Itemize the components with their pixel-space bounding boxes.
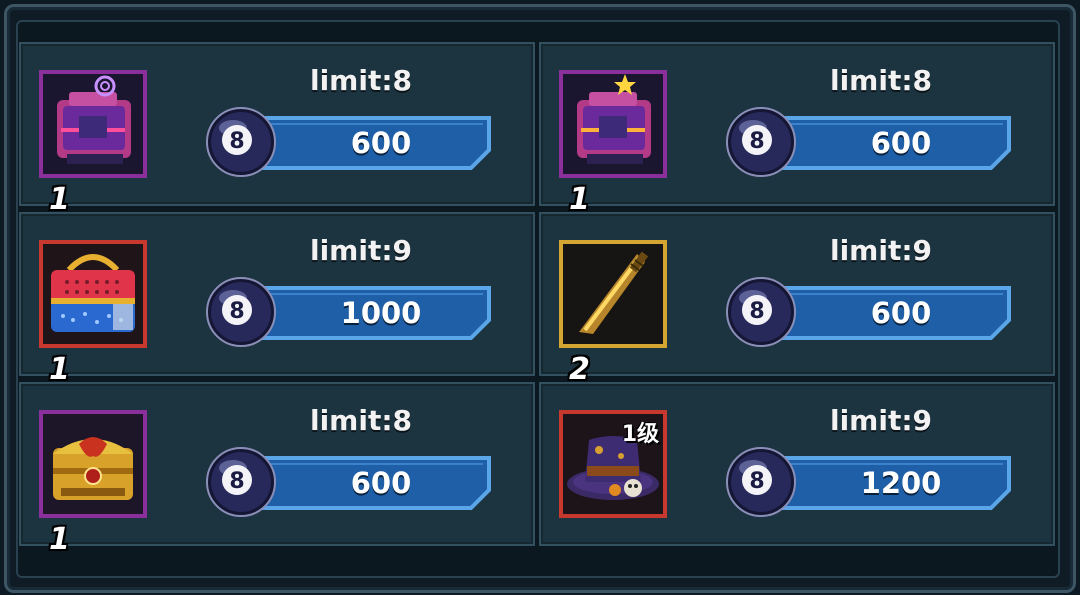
item-price: 1200	[860, 466, 942, 500]
shop-item-card[interactable]: 1级 limit:9 1200 8	[539, 382, 1055, 546]
shop-item-card[interactable]: 1 limit:8 600 8	[19, 42, 535, 217]
eight-ball-icon: 8	[205, 276, 277, 348]
svg-text:8: 8	[749, 469, 764, 494]
shop-item-card[interactable]: 1 limit:9 1000 8	[19, 212, 535, 387]
eight-ball-icon: 8	[725, 446, 797, 518]
item-price: 1000	[340, 296, 422, 330]
pet-carrier-icon	[43, 244, 143, 344]
shop-item-card[interactable]: 1 limit:8 600 8	[19, 382, 535, 557]
svg-text:8: 8	[229, 469, 244, 494]
item-thumbnail: 1	[39, 70, 147, 217]
dragon-chest-icon	[43, 414, 143, 514]
shop-item-card[interactable]: 2 limit:9 600 8	[539, 212, 1055, 387]
item-price: 600	[350, 466, 412, 500]
svg-text:8: 8	[229, 299, 244, 324]
golden-bat-icon	[563, 244, 663, 344]
item-thumbnail: 2	[559, 240, 667, 387]
item-price: 600	[870, 296, 932, 330]
item-thumbnail: 1	[559, 70, 667, 217]
purchase-limit: limit:9	[309, 234, 413, 267]
item-quantity: 1	[49, 522, 70, 557]
shop-item-card[interactable]: 1 limit:8 600 8	[539, 42, 1055, 217]
mech-chest-icon	[563, 74, 663, 174]
purchase-limit: limit:8	[309, 404, 413, 437]
eight-ball-icon: 8	[725, 276, 797, 348]
purchase-limit: limit:9	[829, 234, 933, 267]
svg-text:8: 8	[229, 129, 244, 154]
svg-text:8: 8	[749, 299, 764, 324]
item-thumbnail: 1级	[559, 410, 667, 518]
item-thumbnail: 1	[39, 240, 147, 387]
purchase-limit: limit:9	[829, 404, 933, 437]
item-thumbnail: 1	[39, 410, 147, 557]
item-price: 600	[870, 126, 932, 160]
item-price: 600	[350, 126, 412, 160]
mech-chest-icon	[43, 74, 143, 174]
shop-grid: 1 limit:8 600 8 1 limit:8 600 8 1 limit:…	[19, 42, 1059, 557]
item-level: 1级	[621, 422, 659, 447]
purchase-limit: limit:8	[309, 64, 413, 97]
purchase-limit: limit:8	[829, 64, 933, 97]
eight-ball-icon: 8	[205, 446, 277, 518]
eight-ball-icon: 8	[725, 106, 797, 178]
eight-ball-icon: 8	[205, 106, 277, 178]
svg-text:8: 8	[749, 129, 764, 154]
